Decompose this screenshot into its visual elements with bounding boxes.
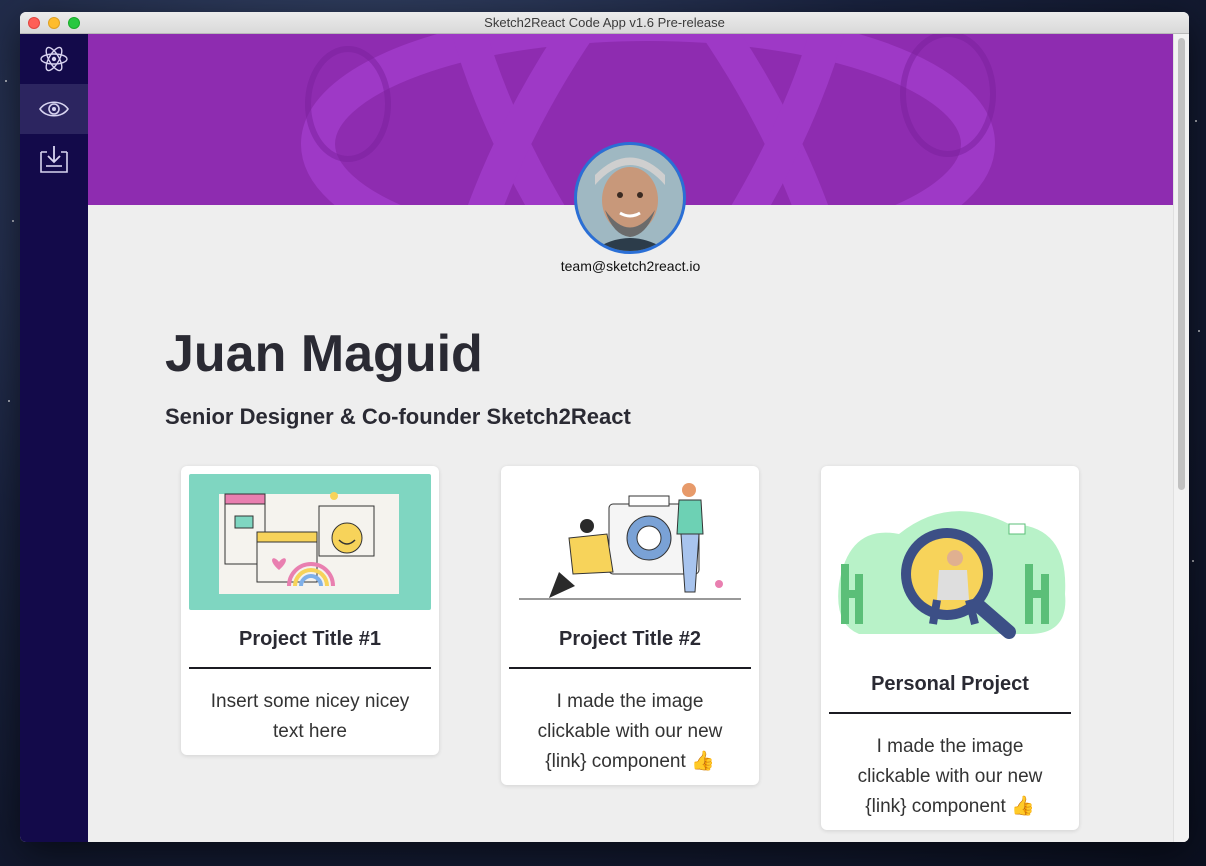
sidebar-item-preview[interactable] xyxy=(20,84,88,134)
atom-icon xyxy=(40,46,68,72)
title-bar: Sketch2React Code App v1.6 Pre-release xyxy=(20,12,1189,34)
export-icon xyxy=(40,146,68,173)
window-title: Sketch2React Code App v1.6 Pre-release xyxy=(484,15,725,30)
project-card: Project Title #1 Insert some nicey nicey… xyxy=(181,466,439,755)
scrollbar-thumb[interactable] xyxy=(1178,38,1185,490)
window-controls xyxy=(28,17,80,29)
project-description: Insert some nicey nicey text here xyxy=(210,691,410,742)
project-illustration xyxy=(509,474,751,610)
project-image-link[interactable] xyxy=(829,474,1071,655)
project-title: Project Title #2 xyxy=(559,628,701,650)
card-divider xyxy=(829,712,1071,714)
project-illustration xyxy=(829,474,1071,655)
project-image-link[interactable] xyxy=(189,474,431,610)
project-card: Personal Project I made the image clicka… xyxy=(821,466,1079,830)
project-title: Personal Project xyxy=(871,673,1029,695)
project-illustration xyxy=(189,474,431,610)
sidebar-item-code[interactable] xyxy=(20,34,88,84)
avatar xyxy=(574,142,686,254)
app-window: Sketch2React Code App v1.6 Pre-release t… xyxy=(20,12,1189,842)
project-title: Project Title #1 xyxy=(239,628,381,650)
project-description: I made the image clickable with our new … xyxy=(857,736,1043,817)
project-image-link[interactable] xyxy=(509,474,751,610)
project-card: Project Title #2 I made the image clicka… xyxy=(501,466,759,785)
minimize-button[interactable] xyxy=(48,17,60,29)
eye-icon xyxy=(39,101,69,117)
main-content: team@sketch2react.io Juan Maguid Senior … xyxy=(88,34,1189,842)
zoom-button[interactable] xyxy=(68,17,80,29)
sidebar-item-export[interactable] xyxy=(20,134,88,184)
project-description: I made the image clickable with our new … xyxy=(537,691,723,772)
close-button[interactable] xyxy=(28,17,40,29)
card-divider xyxy=(189,667,431,669)
profile-name: Juan Maguid xyxy=(165,325,483,383)
sidebar xyxy=(20,34,88,842)
card-divider xyxy=(509,667,751,669)
vertical-scrollbar[interactable] xyxy=(1173,34,1189,842)
profile-email: team@sketch2react.io xyxy=(560,258,701,274)
profile-photo xyxy=(577,145,683,251)
profile-role: Senior Designer & Co-founder Sketch2Reac… xyxy=(165,404,631,429)
